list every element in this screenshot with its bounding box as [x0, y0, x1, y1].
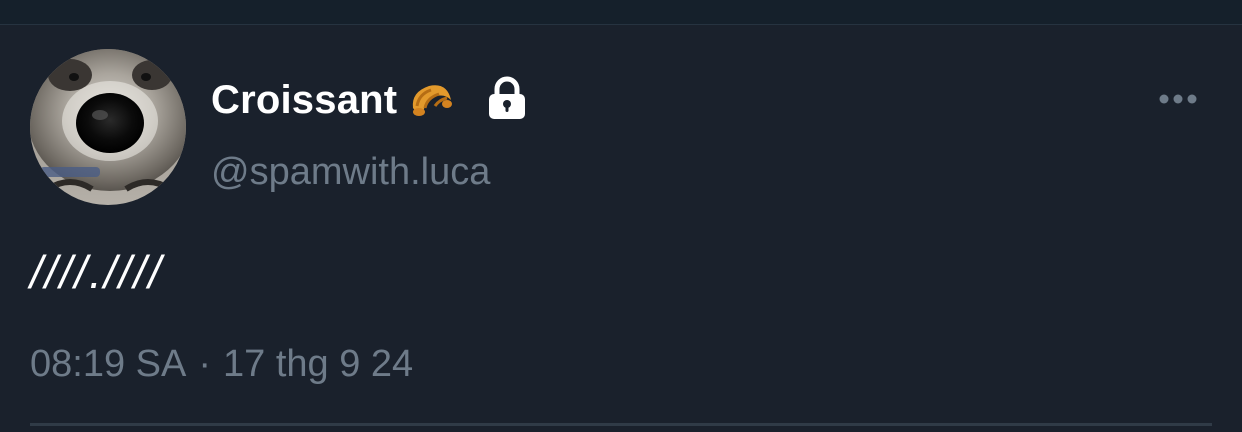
more-horizontal-icon	[1159, 94, 1197, 104]
display-name[interactable]: Croissant	[211, 72, 397, 128]
author-name-row[interactable]: Croissant	[211, 72, 529, 128]
tweet-timestamp[interactable]: 08:19 SA · 17 thg 9 24	[30, 340, 413, 388]
bottom-divider	[30, 423, 1212, 426]
croissant-emoji-icon	[413, 85, 453, 116]
lock-icon	[489, 76, 526, 119]
author-handle[interactable]: @spamwith.luca	[211, 148, 490, 196]
more-options-button[interactable]	[1152, 82, 1204, 116]
avatar[interactable]	[30, 49, 186, 205]
raccoon-avatar-image	[30, 49, 186, 205]
tweet-text: ////.////	[30, 246, 164, 298]
meta-separator: ·	[198, 343, 211, 385]
tweet-date: 17 thg 9 24	[223, 343, 414, 385]
tweet-time: 08:19 SA	[30, 343, 187, 385]
